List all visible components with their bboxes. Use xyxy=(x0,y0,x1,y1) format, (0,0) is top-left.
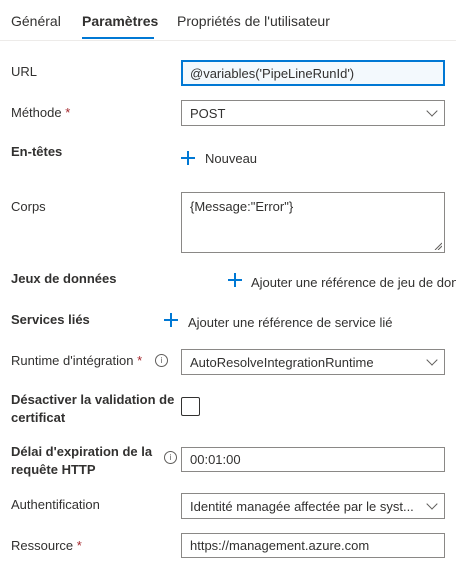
auth-label: Authentification xyxy=(11,497,100,512)
resource-value: https://management.azure.com xyxy=(190,538,370,553)
resource-required-mark: * xyxy=(76,538,82,553)
resource-input[interactable]: https://management.azure.com xyxy=(181,533,445,558)
timeout-value: 00:01:00 xyxy=(190,452,241,467)
url-value: @variables('PipeLineRunId') xyxy=(190,65,355,81)
auth-dropdown[interactable]: Identité managée affectée par le syst... xyxy=(181,493,445,519)
plus-icon[interactable] xyxy=(181,151,195,165)
add-linked-service-reference-button[interactable]: Ajouter une référence de service lié xyxy=(188,315,393,330)
datasets-label: Jeux de données xyxy=(11,271,117,286)
method-label: Méthode * xyxy=(11,104,70,122)
tab-bar: Général Paramètres Propriétés de l'utili… xyxy=(0,0,456,41)
plus-icon[interactable] xyxy=(228,273,242,287)
url-label: URL xyxy=(11,64,38,79)
body-value: {Message:"Error"} xyxy=(190,199,294,214)
timeout-input[interactable]: 00:01:00 xyxy=(181,447,445,472)
disable-cert-validation-checkbox[interactable] xyxy=(181,397,200,416)
headers-new-button[interactable]: Nouveau xyxy=(205,151,257,166)
resource-label: Ressource * xyxy=(11,537,82,555)
auth-value: Identité managée affectée par le syst... xyxy=(190,498,414,514)
active-tab-indicator xyxy=(82,37,154,39)
add-dataset-reference-button[interactable]: Ajouter une référence de jeu de don xyxy=(251,275,456,290)
runtime-dropdown[interactable]: AutoResolveIntegrationRuntime xyxy=(181,349,445,375)
headers-label: En-têtes xyxy=(11,144,63,159)
tab-parametres[interactable]: Paramètres xyxy=(82,13,158,29)
resize-grip-icon[interactable] xyxy=(434,242,442,250)
chevron-down-icon xyxy=(426,498,438,510)
body-textarea[interactable]: {Message:"Error"} xyxy=(181,192,445,253)
url-input[interactable]: @variables('PipeLineRunId') xyxy=(181,60,445,86)
chevron-down-icon xyxy=(426,354,438,366)
method-value: POST xyxy=(190,105,226,121)
timeout-label: Délai d'expiration de la requête HTTP xyxy=(11,443,152,479)
timeout-label-line1: Délai d'expiration de la xyxy=(11,444,153,459)
linked-services-label: Services liés xyxy=(11,312,90,327)
cert-validation-label-line1: Désactiver la validation de xyxy=(11,392,175,407)
runtime-label-text: Runtime d'intégration xyxy=(11,353,134,368)
runtime-value: AutoResolveIntegrationRuntime xyxy=(190,354,374,370)
tab-user-properties[interactable]: Propriétés de l'utilisateur xyxy=(177,13,330,29)
cert-validation-label-line2: certificat xyxy=(11,410,66,425)
info-icon[interactable]: i xyxy=(155,354,168,367)
plus-icon[interactable] xyxy=(164,313,178,327)
method-required-mark: * xyxy=(65,105,71,120)
tab-general[interactable]: Général xyxy=(11,13,61,29)
timeout-label-line2: requête HTTP xyxy=(11,462,96,477)
info-icon[interactable]: i xyxy=(164,451,177,464)
chevron-down-icon xyxy=(426,105,438,117)
runtime-required-mark: * xyxy=(137,353,143,368)
body-label: Corps xyxy=(11,199,46,214)
resource-label-text: Ressource xyxy=(11,538,74,553)
runtime-label: Runtime d'intégration * xyxy=(11,352,142,370)
method-label-text: Méthode xyxy=(11,105,62,120)
method-dropdown[interactable]: POST xyxy=(181,100,445,126)
cert-validation-label: Désactiver la validation de certificat xyxy=(11,391,174,427)
